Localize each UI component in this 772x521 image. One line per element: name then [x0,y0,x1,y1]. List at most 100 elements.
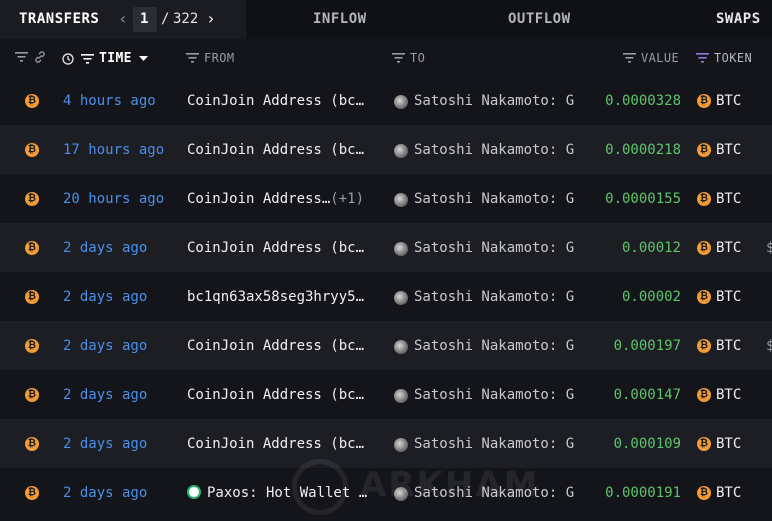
column-header-time[interactable]: TIME [62,51,148,66]
table-row[interactable]: ₿ 4 hours ago CoinJoin Address (bc… Sato… [0,76,772,125]
token-symbol[interactable]: BTC [716,338,741,354]
column-header-value[interactable]: VALUE [623,51,679,65]
filter-icon[interactable] [392,53,405,63]
btc-icon: ₿ [25,388,39,402]
btc-icon: ₿ [25,192,39,206]
to-address[interactable]: Satoshi Nakamoto: G [414,387,574,403]
chevron-right-icon[interactable]: › [204,9,218,31]
column-label-to: TO [410,51,426,65]
btc-icon: ₿ [697,290,711,304]
from-label: CoinJoin Address (bc… [187,142,365,158]
current-page: 1 [140,11,149,27]
time-link[interactable]: 2 days ago [63,240,147,256]
filter-icon[interactable] [15,52,28,62]
from-label: CoinJoin Address… [187,191,331,207]
to-address[interactable]: Satoshi Nakamoto: G [414,289,574,305]
transfer-value: 0.0000155 [605,191,681,207]
btc-icon: ₿ [25,339,39,353]
column-header-chain[interactable] [15,51,46,63]
btc-icon: ₿ [25,94,39,108]
filter-icon[interactable] [696,53,709,63]
to-address[interactable]: Satoshi Nakamoto: G [414,142,574,158]
link-icon[interactable] [34,51,46,63]
satoshi-avatar-icon [394,438,408,452]
time-link[interactable]: 17 hours ago [63,142,164,158]
time-link[interactable]: 4 hours ago [63,93,156,109]
transfer-value: 0.00012 [621,240,681,256]
btc-icon: ₿ [25,290,39,304]
btc-icon: ₿ [697,94,711,108]
btc-icon: ₿ [25,486,39,500]
time-link[interactable]: 2 days ago [63,485,147,501]
tab-inflow[interactable]: INFLOW [313,11,367,27]
tab-outflow[interactable]: OUTFLOW [508,11,571,27]
token-symbol[interactable]: BTC [716,436,741,452]
token-symbol[interactable]: BTC [716,93,741,109]
tab-swaps[interactable]: SWAPS [716,11,761,27]
token-symbol[interactable]: BTC [716,142,741,158]
tab-transfers[interactable]: TRANSFERS ‹ 1 / 322 › [0,0,246,39]
to-address[interactable]: Satoshi Nakamoto: G [414,191,574,207]
column-header-token[interactable]: TOKEN [696,51,752,65]
from-address[interactable]: CoinJoin Address (bc… [187,387,364,403]
from-address[interactable]: CoinJoin Address (bc… [187,93,364,109]
filter-icon[interactable] [186,53,199,63]
from-address[interactable]: CoinJoin Address (bc… [187,240,364,256]
from-label: bc1qn63ax58seg3hryy5… [187,289,365,305]
column-label-from: FROM [204,51,235,65]
arkham-watermark: ARKHAM [272,455,572,521]
paxos-icon [187,485,201,499]
time-link[interactable]: 2 days ago [63,338,147,354]
usd-value: $ [766,240,772,256]
table-row[interactable]: ₿ 2 days ago bc1qn63ax58seg3hryy5… Satos… [0,272,772,321]
token-symbol[interactable]: BTC [716,485,741,501]
btc-icon: ₿ [697,388,711,402]
token-symbol[interactable]: BTC [716,191,741,207]
transfer-value: 0.0000191 [605,485,681,501]
time-link[interactable]: 2 days ago [63,436,147,452]
to-address[interactable]: Satoshi Nakamoto: G [414,240,574,256]
btc-icon: ₿ [25,143,39,157]
sort-desc-icon[interactable] [138,55,148,62]
table-row[interactable]: ₿ 2 days ago CoinJoin Address (bc… Satos… [0,370,772,419]
satoshi-avatar-icon [394,389,408,403]
token-symbol[interactable]: BTC [716,387,741,403]
transfer-value: 0.000147 [613,387,681,403]
time-link[interactable]: 20 hours ago [63,191,164,207]
tab-transfers-label: TRANSFERS [19,11,100,27]
table-row[interactable]: ₿ 2 days ago CoinJoin Address (bc… Satos… [0,321,772,370]
btc-icon: ₿ [697,437,711,451]
from-address[interactable]: CoinJoin Address (bc… [187,338,364,354]
column-header-from[interactable]: FROM [186,51,235,65]
btc-icon: ₿ [25,241,39,255]
from-address[interactable]: bc1qn63ax58seg3hryy5… [187,289,364,305]
from-label: CoinJoin Address (bc… [187,93,365,109]
from-address[interactable]: CoinJoin Address (bc… [187,436,364,452]
usd-value: $ [766,338,772,354]
satoshi-avatar-icon [394,144,408,158]
from-address[interactable]: CoinJoin Address (bc… [187,142,364,158]
time-link[interactable]: 2 days ago [63,289,147,305]
column-header-to[interactable]: TO [392,51,425,65]
to-address[interactable]: Satoshi Nakamoto: G [414,436,574,452]
to-address[interactable]: Satoshi Nakamoto: G [414,338,574,354]
time-link[interactable]: 2 days ago [63,387,147,403]
table-row[interactable]: ₿ 2 days ago CoinJoin Address (bc… Satos… [0,223,772,272]
to-address[interactable]: Satoshi Nakamoto: G [414,93,574,109]
filter-icon[interactable] [81,53,94,64]
page-separator: / [161,11,170,27]
table-row[interactable]: ₿ 20 hours ago CoinJoin Address…(+1) Sat… [0,174,772,223]
satoshi-avatar-icon [394,340,408,354]
satoshi-avatar-icon [394,95,408,109]
chevron-left-icon[interactable]: ‹ [116,9,130,31]
transfer-value: 0.0000218 [605,142,681,158]
total-pages: 322 [173,11,199,27]
from-label: CoinJoin Address (bc… [187,240,365,256]
btc-icon: ₿ [697,241,711,255]
token-symbol[interactable]: BTC [716,240,741,256]
from-address[interactable]: CoinJoin Address…(+1) [187,191,364,207]
table-row[interactable]: ₿ 17 hours ago CoinJoin Address (bc… Sat… [0,125,772,174]
filter-icon[interactable] [623,53,636,63]
column-label-token: TOKEN [714,51,753,65]
token-symbol[interactable]: BTC [716,289,741,305]
